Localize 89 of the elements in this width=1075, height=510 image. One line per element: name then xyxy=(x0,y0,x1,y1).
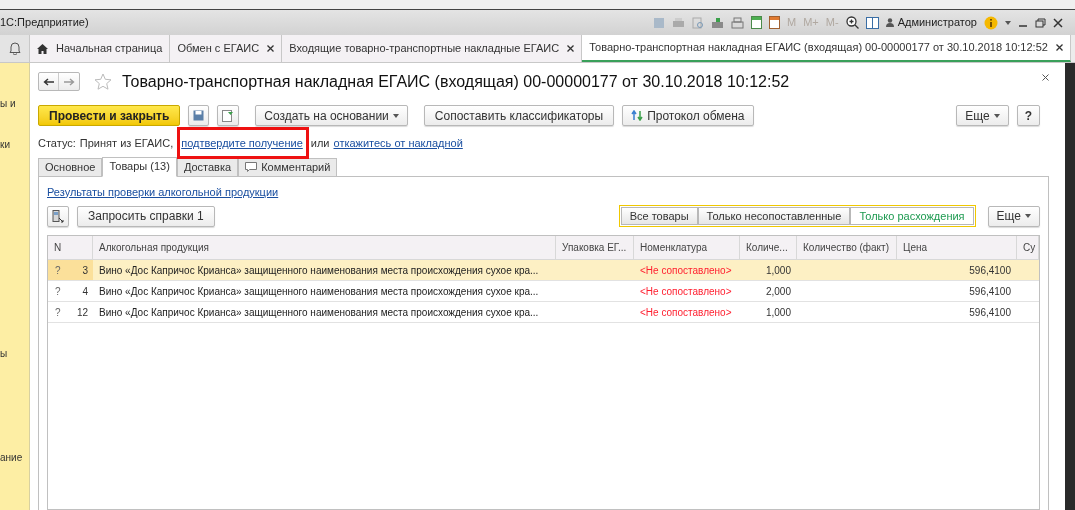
caret-icon xyxy=(1005,20,1011,25)
table-cell-text: Вино «Дос Капричос Крианса» защищенного наименования места происхождения сухое кра... xyxy=(98,305,540,320)
status-label: Статус: xyxy=(38,136,76,151)
window-title: 1С:Предприятие) xyxy=(0,15,89,31)
table-cell-text: 1,000 xyxy=(764,263,792,278)
filter-button[interactable]: Только несопоставленные xyxy=(697,207,851,225)
notifications-button[interactable] xyxy=(0,35,30,62)
status-mark: ? xyxy=(55,305,61,320)
zoom-icon[interactable] xyxy=(845,16,859,29)
filter-button[interactable]: Все товары xyxy=(620,207,698,225)
tab[interactable]: Обмен с ЕГАИС xyxy=(170,35,283,62)
caret-icon xyxy=(392,113,399,118)
column-header[interactable]: Количество (факт) xyxy=(797,236,897,259)
sidebar-item[interactable]: ание xyxy=(0,450,29,465)
tab[interactable]: Входящие товарно-транспортные накладные ЕГАИС xyxy=(282,35,583,62)
column-header[interactable]: Количе... xyxy=(740,236,797,259)
table-cell-text: 2,000 xyxy=(764,284,792,299)
table-cell-text: 596,4100 xyxy=(968,284,1012,299)
more-button[interactable]: Еще xyxy=(987,205,1040,227)
table-cell-text: <Не сопоставлено> xyxy=(639,305,733,320)
row-number: 12 xyxy=(76,305,88,320)
tab[interactable]: Товарно-транспортная накладная ЕГАИС (входящая) 00-00000177 от 30.10.2018 10:12:52 xyxy=(582,35,1071,62)
sidebar-item[interactable]: ки xyxy=(0,137,29,152)
table-cell-text: Вино «Дос Капричос Крианса» защищенного наименования места происхождения сухое кра... xyxy=(98,284,540,299)
status-value: Принят из ЕГАИС, xyxy=(79,136,174,151)
close-icon[interactable] xyxy=(1053,17,1063,28)
save-button[interactable] xyxy=(188,105,210,126)
column-header[interactable]: Номенклатура xyxy=(634,236,740,259)
sidebar-item[interactable]: ы и xyxy=(0,96,29,111)
create-based-on-button[interactable]: Создать на основании xyxy=(255,105,408,126)
restore-icon[interactable] xyxy=(1035,17,1046,28)
form-tab[interactable]: Товары (13) xyxy=(102,156,177,177)
column-header[interactable]: Цена xyxy=(897,236,1017,259)
tab-label: Начальная страница xyxy=(56,41,163,57)
table-cell-text: <Не сопоставлено> xyxy=(639,263,733,278)
panel-icon[interactable] xyxy=(865,16,879,29)
close-icon[interactable] xyxy=(1042,74,1049,81)
scanner-button[interactable] xyxy=(47,205,69,227)
column-header[interactable]: N xyxy=(48,236,93,259)
table-cell-text: 596,4100 xyxy=(968,263,1012,278)
table-cell-text: Вино «Дос Капричос Крианса» защищенного наименования места происхождения сухое кра... xyxy=(98,263,540,278)
status-mark: ? xyxy=(55,284,61,299)
table-cell-text: 596,4100 xyxy=(968,305,1012,320)
reject-invoice-link[interactable]: откажитесь от накладной xyxy=(333,135,463,152)
row-number: 3 xyxy=(82,263,88,278)
tab-label: Входящие товарно-транспортные накладные ЕГАИС xyxy=(289,41,560,57)
sidebar-item[interactable]: ы xyxy=(0,346,29,361)
home-icon xyxy=(37,43,48,54)
user-name[interactable]: Администратор xyxy=(885,14,977,31)
tab[interactable]: Начальная страница xyxy=(30,35,171,62)
confirm-receipt-link[interactable]: подтвердите получение xyxy=(181,137,303,149)
caret-icon xyxy=(993,113,1000,118)
table-cell-text: <Не сопоставлено> xyxy=(639,284,733,299)
more-button[interactable]: Еще xyxy=(956,105,1009,126)
exchange-log-button[interactable]: Протокол обмена xyxy=(622,105,754,126)
table-row[interactable]: ? 3 Вино «Дос Капричос Крианса» защищенного наименования места происхождения сухое кра... <Не сопоставлено> 1,000 596,4100 xyxy=(48,260,1039,281)
table-cell-text: 1,000 xyxy=(764,305,792,320)
help-button[interactable]: ? xyxy=(1016,105,1040,126)
form-tab[interactable]: Комментарий xyxy=(238,157,338,177)
bell-icon xyxy=(8,42,21,55)
post-and-close-button[interactable]: Провести и закрыть xyxy=(38,105,181,126)
status-mark: ? xyxy=(55,263,61,278)
calendar-icon[interactable] xyxy=(769,16,781,29)
close-icon[interactable] xyxy=(567,45,575,52)
column-header[interactable]: Су xyxy=(1017,236,1039,259)
caret-icon xyxy=(1025,214,1031,218)
exchange-arrows-icon xyxy=(631,110,644,121)
match-classifiers-button[interactable]: Сопоставить классификаторы xyxy=(423,105,615,126)
calculator-icon[interactable] xyxy=(751,16,763,29)
status-text: или xyxy=(310,136,330,151)
column-header[interactable]: Алкогольная продукция xyxy=(93,236,556,259)
scanner-icon xyxy=(52,209,64,223)
forward-arrow-icon xyxy=(63,77,75,86)
column-header[interactable]: Упаковка ЕГ... xyxy=(556,236,634,259)
document-button[interactable] xyxy=(217,105,240,126)
star-icon[interactable] xyxy=(94,73,112,90)
form-tab[interactable]: Основное xyxy=(38,157,103,177)
back-arrow-icon xyxy=(43,77,54,86)
check-results-link[interactable]: Результаты проверки алкогольной продукции xyxy=(47,183,279,200)
filter-button[interactable]: Только расхождения xyxy=(850,207,974,225)
row-number: 4 xyxy=(82,284,88,299)
tab-label: Обмен с ЕГАИС xyxy=(177,41,260,57)
close-icon[interactable] xyxy=(1055,44,1063,51)
info-icon[interactable] xyxy=(984,15,998,30)
form-title: Товарно-транспортная накладная ЕГАИС (входящая) 00-00000177 от 30.10.2018 10:12:52 xyxy=(122,71,790,92)
tab-label: Товарно-транспортная накладная ЕГАИС (входящая) 00-00000177 от 30.10.2018 10:12:52 xyxy=(589,40,1048,56)
close-icon[interactable] xyxy=(267,45,275,52)
request-certificates-button[interactable]: Запросить справки 1 xyxy=(77,205,215,227)
user-icon xyxy=(885,18,894,27)
